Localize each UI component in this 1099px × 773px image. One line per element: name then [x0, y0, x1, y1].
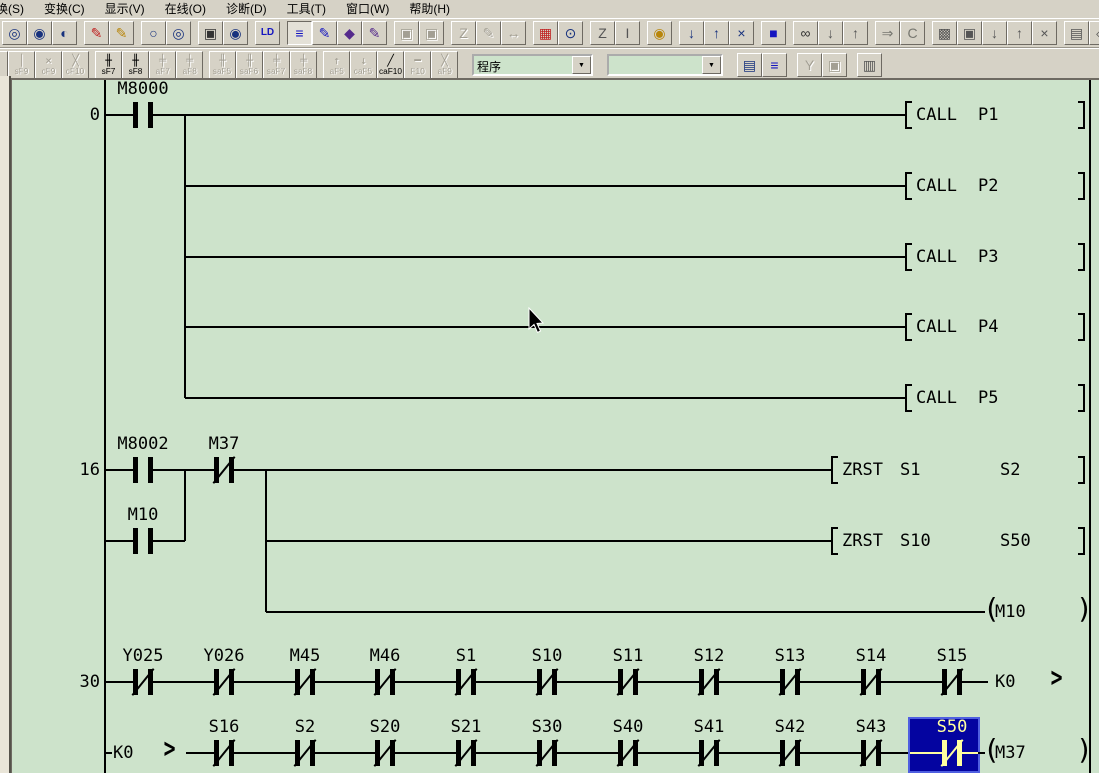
wire-horizontal [266, 540, 831, 542]
instruction-left-bracket [831, 456, 838, 484]
contact-bar [148, 457, 153, 483]
contact-wire-gap [138, 540, 148, 542]
step-number-0: 0 [89, 105, 100, 125]
contact-wire-gap [138, 469, 148, 471]
contact-bar [133, 457, 138, 483]
operand-S1[interactable]: S1 [900, 460, 920, 480]
contact-M37[interactable]: M37 [176, 434, 272, 454]
instruction-left-bracket [831, 527, 838, 555]
step-number-30: 30 [79, 672, 100, 692]
coil-M37[interactable]: M37 [995, 743, 1026, 763]
coil-close-paren: ) [1076, 733, 1093, 766]
operand-P2[interactable]: P2 [978, 176, 998, 196]
coil-M10[interactable]: M10 [995, 602, 1026, 622]
instruction-right-bracket [1078, 172, 1085, 200]
operand-P4[interactable]: P4 [978, 317, 998, 337]
right-power-rail [1089, 80, 1091, 773]
instruction-zrst[interactable]: ZRST [842, 460, 883, 480]
contact-bar [133, 102, 138, 128]
contact-M10[interactable]: M10 [95, 505, 191, 525]
contact-bar [148, 102, 153, 128]
wire-horizontal [185, 397, 905, 399]
instruction-right-bracket [1078, 384, 1085, 412]
instruction-call[interactable]: CALL [916, 176, 957, 196]
operand-S2[interactable]: S2 [1000, 460, 1020, 480]
operand-P1[interactable]: P1 [978, 105, 998, 125]
operand-P3[interactable]: P3 [978, 247, 998, 267]
instruction-left-bracket [905, 384, 912, 412]
instruction-left-bracket [905, 243, 912, 271]
contact-bar [148, 528, 153, 554]
instruction-call[interactable]: CALL [916, 247, 957, 267]
wire-horizontal [185, 185, 905, 187]
wire-horizontal [185, 256, 905, 258]
operand-P5[interactable]: P5 [978, 388, 998, 408]
left-power-rail [104, 80, 106, 773]
operand-K0: K0 [113, 743, 134, 763]
wire-horizontal [266, 611, 985, 613]
instruction-right-bracket [1078, 243, 1085, 271]
instruction-left-bracket [905, 101, 912, 129]
rung-continuation-arrow: > [1050, 662, 1063, 694]
contact-M8000[interactable]: M8000 [95, 79, 191, 99]
instruction-right-bracket [1078, 101, 1085, 129]
contact-S15[interactable]: S15 [904, 646, 1000, 666]
wire-horizontal [105, 752, 112, 754]
instruction-right-bracket [1078, 456, 1085, 484]
step-number-16: 16 [79, 460, 100, 480]
rung-continuation-arrow: > [163, 733, 176, 765]
instruction-call[interactable]: CALL [916, 317, 957, 337]
instruction-left-bracket [905, 313, 912, 341]
contact-wire-gap [138, 114, 148, 116]
instruction-right-bracket [1078, 527, 1085, 555]
wire-horizontal [105, 114, 905, 116]
operand-S50[interactable]: S50 [1000, 531, 1031, 551]
operand-S10[interactable]: S10 [900, 531, 931, 551]
contact-bar [133, 528, 138, 554]
coil-close-paren: ) [1076, 592, 1093, 625]
instruction-call[interactable]: CALL [916, 105, 957, 125]
operand-K0: K0 [995, 672, 1016, 692]
instruction-call[interactable]: CALL [916, 388, 957, 408]
instruction-zrst[interactable]: ZRST [842, 531, 883, 551]
instruction-left-bracket [905, 172, 912, 200]
ladder-diagram: 0 M8000 CALL P1 CALL P2 CALL P3 CALL P4 CALL P5 16 M8… [0, 0, 1099, 773]
wire-horizontal [185, 326, 905, 328]
instruction-right-bracket [1078, 313, 1085, 341]
